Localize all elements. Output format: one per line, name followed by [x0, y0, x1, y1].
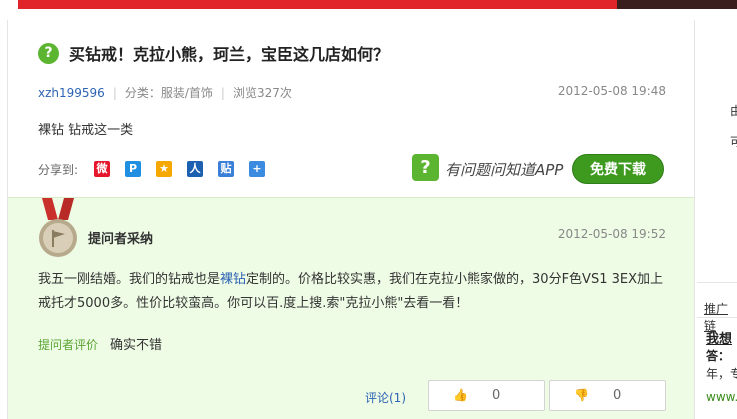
free-download-button[interactable]: 免费下载	[572, 154, 664, 184]
app-logo-icon[interactable]: ?	[412, 154, 439, 181]
weibo-icon[interactable]: 微	[94, 161, 110, 177]
renren-icon[interactable]: 人	[187, 161, 203, 177]
medal-icon	[39, 198, 77, 257]
promo-link-title[interactable]: 我想	[706, 328, 732, 347]
star-icon[interactable]: ★	[156, 161, 172, 177]
right-sidebar: 由 可 推广链 我想 答： 年，专 www.	[697, 20, 737, 419]
banner-graphic	[617, 0, 737, 9]
question-views: 浏览327次	[232, 86, 292, 100]
evaluation-text: 确实不错	[110, 338, 163, 353]
promo-url[interactable]: www.	[706, 390, 737, 404]
evaluation-label: 提问者评价	[38, 338, 99, 352]
upvote-button[interactable]: 👍 0	[428, 380, 545, 411]
answer-date: 2012-05-08 19:52	[557, 227, 666, 241]
tieba-icon[interactable]: 贴	[218, 161, 234, 177]
meta-divider: |	[112, 86, 117, 100]
question-category: 分类：服装/首饰	[124, 86, 213, 100]
answer-body: 我五一刚结婚。我们的钻戒也是裸钻定制的。价格比较实惠，我们在克拉小熊家做的，30…	[38, 268, 668, 316]
app-promo-text[interactable]: 有问题问知道APP	[445, 159, 563, 180]
downvote-button[interactable]: 👎 0	[549, 380, 666, 411]
asker-evaluation: 提问者评价 确实不错	[38, 334, 162, 353]
question-meta: xzh199596 | 分类：服装/首饰 | 浏览327次	[38, 84, 292, 101]
keyword-link[interactable]: 裸钻	[220, 272, 246, 287]
divider	[697, 282, 737, 283]
sidebar-text: 可	[730, 135, 737, 149]
thumbs-down-icon: 👎	[574, 388, 589, 402]
question-date: 2012-05-08 19:48	[557, 84, 666, 98]
downvote-count: 0	[613, 388, 622, 403]
question-user-link[interactable]: xzh199596	[38, 86, 105, 100]
answer-box: 提问者采纳 2012-05-08 19:52 我五一刚结婚。我们的钻戒也是裸钻定…	[8, 197, 694, 419]
question-body: 裸钻 钻戒这一类	[38, 123, 134, 138]
question-mark-icon: ?	[38, 43, 59, 64]
qzone-icon[interactable]: P	[125, 161, 141, 177]
meta-divider: |	[220, 86, 225, 100]
upvote-count: 0	[492, 388, 501, 403]
sidebar-text: 由	[730, 104, 737, 118]
divider	[697, 317, 737, 318]
top-ad-banner[interactable]	[18, 0, 737, 9]
question-title: 买钻戒！克拉小熊，珂兰，宝臣这几店如何？	[69, 45, 390, 64]
share-icons: 微 P ★ 人 贴 +	[94, 161, 265, 177]
plus-icon[interactable]: +	[249, 161, 265, 177]
comment-link[interactable]: 评论(1)	[365, 389, 406, 406]
main-content: ? 买钻戒！克拉小熊，珂兰，宝臣这几店如何？ xzh199596 | 分类：服装/首…	[7, 20, 695, 419]
share-label: 分享到:	[38, 163, 79, 177]
promo-answer-prefix: 答：	[706, 349, 731, 363]
promo-answer-text: 年，专	[706, 367, 737, 381]
page: ? 买钻戒！克拉小熊，珂兰，宝臣这几店如何？ xzh199596 | 分类：服装/首…	[0, 0, 737, 419]
thumbs-up-icon: 👍	[453, 388, 468, 402]
answer-text: 我五一刚结婚。我们的钻戒也是	[38, 272, 221, 287]
accepted-answer-title: 提问者采纳	[88, 232, 154, 247]
question-box: ? 买钻戒！克拉小熊，珂兰，宝臣这几店如何？ xzh199596 | 分类：服装/首…	[8, 20, 694, 192]
